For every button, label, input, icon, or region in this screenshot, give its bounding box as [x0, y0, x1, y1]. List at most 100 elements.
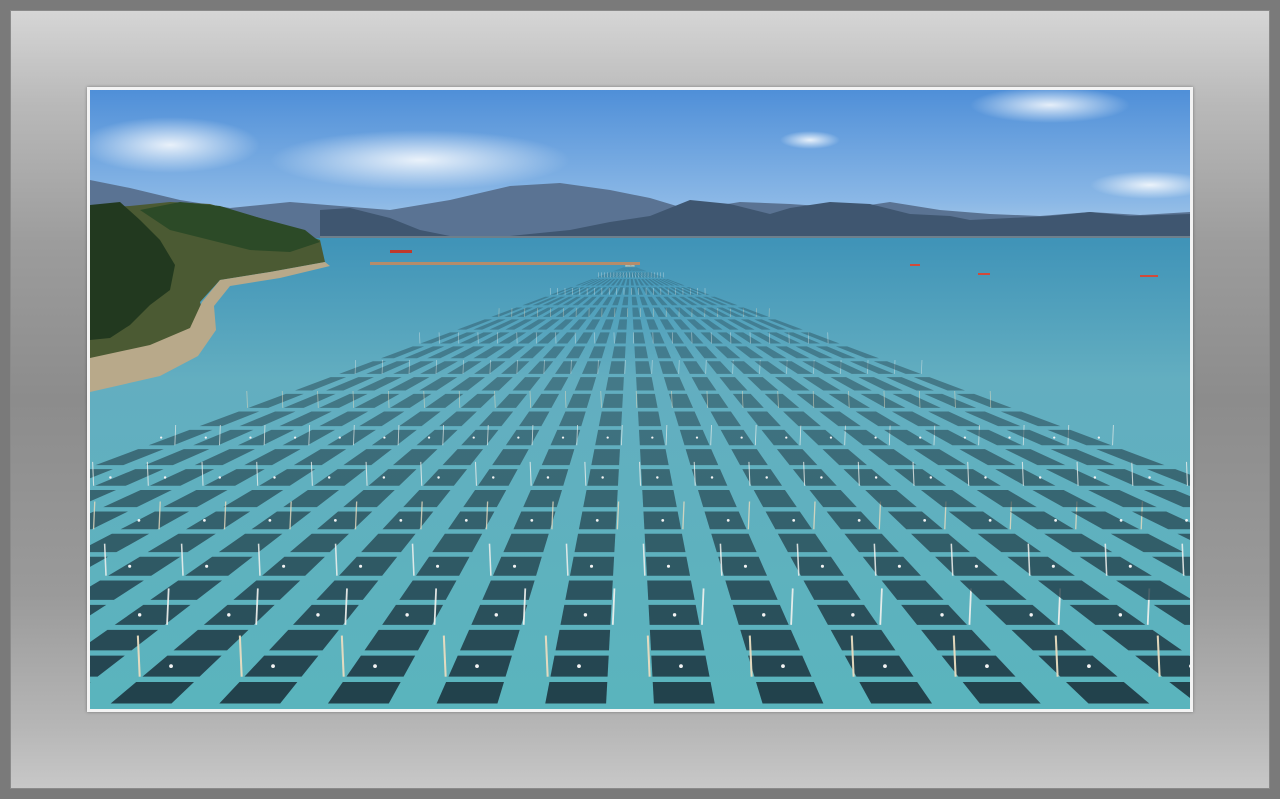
buoy — [874, 436, 877, 439]
seaweed-net — [574, 533, 616, 553]
seaweed-net — [448, 655, 512, 677]
buoy — [743, 564, 748, 568]
seaweed-net — [637, 393, 658, 408]
seaweed-net — [635, 361, 652, 374]
buoy — [249, 436, 252, 439]
buoy — [820, 564, 824, 568]
buoy — [792, 519, 796, 522]
buoy — [1051, 564, 1055, 568]
buoy — [492, 476, 495, 479]
crane — [390, 250, 412, 253]
buoy — [974, 564, 978, 568]
buoy — [1087, 664, 1091, 669]
buoy — [282, 564, 286, 568]
buoy — [1008, 436, 1011, 439]
seaweed-net — [644, 533, 686, 553]
seaweed-net — [642, 489, 677, 508]
buoy — [820, 476, 823, 479]
buoy — [359, 564, 363, 568]
seaweed-net — [649, 629, 705, 651]
buoy — [273, 476, 276, 479]
buoy — [1038, 476, 1042, 479]
buoy — [577, 664, 581, 669]
buoy — [512, 564, 517, 568]
seaweed-net — [634, 346, 649, 359]
buoy — [897, 564, 901, 568]
buoy — [695, 436, 699, 439]
seaweed-net — [565, 580, 613, 600]
seaweed-net — [611, 346, 626, 359]
buoy — [169, 664, 173, 669]
buoy — [985, 664, 989, 669]
buoy — [475, 664, 479, 669]
buoy — [128, 564, 132, 568]
buoy — [203, 519, 206, 522]
seaweed-net — [591, 449, 620, 466]
buoy — [929, 476, 933, 479]
seaweed-net — [608, 361, 625, 374]
buoy — [679, 664, 683, 669]
buoy — [1029, 613, 1033, 617]
seaweed-net — [598, 411, 623, 427]
buoy — [1128, 564, 1132, 568]
seaweed-net — [637, 411, 662, 427]
seaweed-net — [636, 377, 655, 391]
buoy — [661, 519, 665, 522]
buoy — [710, 476, 714, 479]
buoy — [666, 564, 671, 568]
seaweed-net — [492, 556, 542, 576]
buoy — [762, 613, 766, 617]
seaweed-net — [718, 556, 768, 576]
buoy — [785, 436, 788, 439]
seaweed-net — [471, 604, 528, 625]
causeway — [370, 262, 640, 265]
buoy — [601, 476, 604, 479]
buoy — [583, 613, 588, 617]
buoy — [436, 564, 440, 568]
buoy — [399, 519, 403, 522]
buoy — [382, 476, 386, 479]
buoy — [517, 436, 520, 439]
buoy — [1054, 519, 1057, 522]
buoy — [923, 519, 927, 522]
buoy — [656, 476, 659, 479]
seaweed-net — [640, 449, 669, 466]
seaweed-net — [555, 629, 611, 651]
buoy — [672, 613, 677, 617]
buoy — [109, 476, 112, 479]
buoy — [988, 519, 992, 522]
buoy — [1093, 476, 1097, 479]
seaweed-net — [545, 681, 608, 704]
buoy — [464, 519, 468, 522]
buoy — [874, 476, 878, 479]
buoy — [740, 436, 743, 439]
buoy — [883, 664, 887, 669]
buoy — [160, 436, 163, 439]
buoy — [606, 436, 609, 439]
buoy — [1148, 476, 1151, 479]
buoy — [919, 436, 922, 439]
buoy — [1118, 613, 1123, 617]
buoy — [1185, 519, 1188, 522]
buoy — [940, 613, 944, 617]
seaweed-net — [725, 580, 778, 600]
buoy — [561, 436, 565, 439]
seaweed-net — [482, 580, 535, 600]
seaweed-net — [602, 393, 623, 408]
buoy — [427, 436, 431, 439]
buoy — [589, 564, 594, 568]
buoy — [437, 476, 440, 479]
seaweed-net — [605, 377, 624, 391]
buoy — [205, 564, 209, 568]
buoy — [781, 664, 785, 669]
seaweed-farm-scene — [90, 90, 1190, 709]
buoy — [293, 436, 297, 439]
photograph — [90, 90, 1190, 709]
buoy — [546, 476, 550, 479]
buoy — [163, 476, 167, 479]
buoy — [1097, 436, 1100, 439]
buoy — [1053, 436, 1056, 439]
seaweed-net — [756, 681, 824, 704]
buoy — [857, 519, 861, 522]
buoy — [405, 613, 409, 617]
